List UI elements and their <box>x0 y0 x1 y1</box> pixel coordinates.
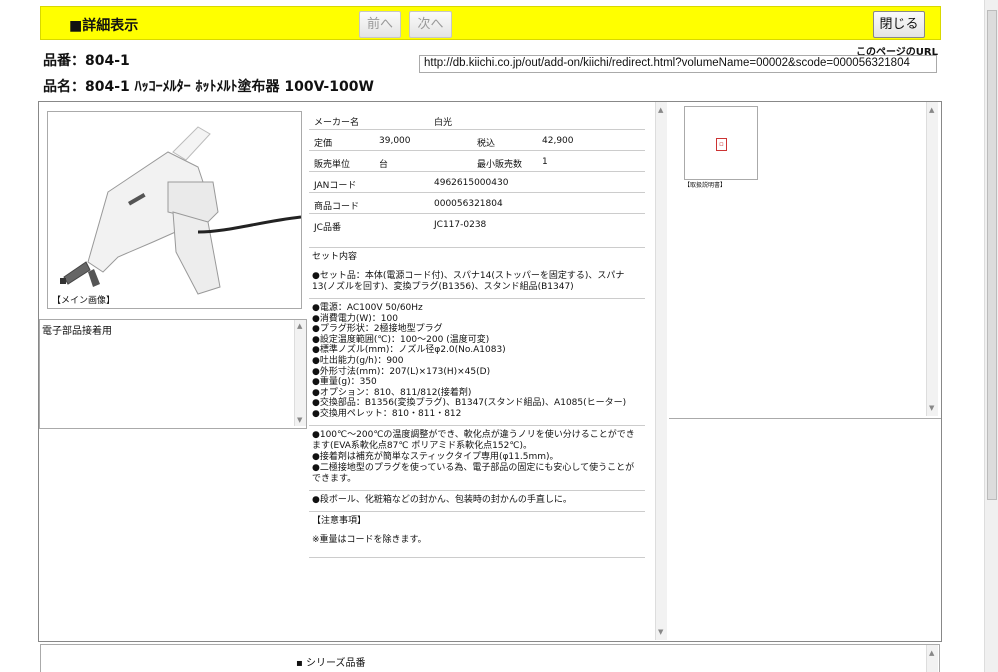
jan-row: JANコード 4962615000430 <box>309 172 645 193</box>
product-name: 品名：804-1 ﾊｯｺｰﾒﾙﾀｰ ﾎｯﾄﾒﾙﾄ塗布器 100V-100W <box>43 79 374 95</box>
next-button[interactable]: 次へ <box>409 11 452 38</box>
tax-value: 42,900 <box>542 136 574 146</box>
spec-item: ●オプション：810、811/812(接着剤) <box>312 387 472 398</box>
spec-item: ●外形寸法(mm)：207(L)×173(H)×45(D) <box>312 366 491 377</box>
caution-title: 【注意事項】 <box>312 515 367 526</box>
page-url-field[interactable]: http://db.kiichi.co.jp/out/add-on/kiichi… <box>419 55 937 73</box>
caution-body: ※重量はコードを除きます。 <box>312 534 427 545</box>
note-textarea[interactable]: 電子部品接着用 ▲ ▼ <box>39 319 307 429</box>
price-row: 定価 39,000 税込 42,900 <box>309 130 645 151</box>
prev-button[interactable]: 前へ <box>359 11 401 38</box>
note-scrollbar[interactable]: ▲ ▼ <box>294 320 306 426</box>
caution-section: 【注意事項】 ※重量はコードを除きます。 <box>309 512 645 558</box>
page-scroll-thumb[interactable] <box>987 10 997 500</box>
header-bar: ■詳細表示 前へ 次へ 閉じる <box>40 6 941 40</box>
scroll-down-icon[interactable]: ▼ <box>658 628 663 636</box>
series-label-text: シリーズ品番 <box>305 658 366 669</box>
jc-row: JC品番 JC117-0238 <box>309 214 645 248</box>
spec-item: ●交換部品：B1356(変換プラグ)、B1347(スタンド組品)、A1085(ヒ… <box>312 398 627 409</box>
spec-scrollbar[interactable]: ▲ ▼ <box>655 102 667 640</box>
unit-row: 販売単位 台 最小販売数 1 <box>309 151 645 172</box>
manual-thumbnail[interactable]: ▫ <box>684 106 758 180</box>
scroll-up-icon[interactable]: ▲ <box>929 649 934 657</box>
jc-label: JC品番 <box>314 223 341 233</box>
product-number: 品番：804-1 <box>43 53 130 69</box>
spec-item: ●重量(g)：350 <box>312 377 377 388</box>
feature-item: ●接着剤は補充が簡単なスティックタイプ専用(φ11.5mm)。 <box>312 451 559 462</box>
bottom-scrollbar[interactable]: ▲ <box>926 645 938 672</box>
unit-label: 販売単位 <box>314 160 351 170</box>
jan-label: JANコード <box>314 181 357 191</box>
maker-value: 白光 <box>434 118 453 128</box>
feature-item: ●二極接地型のプラグを使っている為、電子部品の固定にも安心して使うことができます… <box>312 462 635 484</box>
maker-label: メーカー名 <box>314 118 360 128</box>
spec-item: ●吐出能力(g/h)：900 <box>312 355 404 366</box>
image-caption: 【メイン画像】 <box>52 296 116 306</box>
price-value: 39,000 <box>379 136 411 146</box>
jan-value: 4962615000430 <box>434 178 509 188</box>
spec-table: メーカー名 白光 定価 39,000 税込 42,900 販売単位 台 最小販売… <box>309 109 645 558</box>
right-scrollbar[interactable]: ▲ ▼ <box>926 102 938 416</box>
spec-item: ●設定温度範囲(℃)：100～200 (温度可変) <box>312 334 490 345</box>
spec-item: ●プラグ形状：2極接地型プラグ <box>312 324 443 335</box>
scroll-down-icon[interactable]: ▼ <box>929 404 934 412</box>
scroll-up-icon[interactable]: ▲ <box>929 106 934 114</box>
set-section: セット内容 ●セット品：本体(電源コード付)、スパナ14(ストッパーを固定する)… <box>309 248 645 299</box>
series-frame <box>40 644 940 672</box>
code-value: 000056321804 <box>434 199 503 209</box>
set-title: セット内容 <box>312 252 358 262</box>
scroll-up-icon[interactable]: ▲ <box>297 322 302 330</box>
pdf-file-icon: ▫ <box>716 138 727 151</box>
usage-section: ●段ボール、化粧箱などの封かん、包装時の封かんの手直しに。 <box>309 491 645 512</box>
spec-item: ●標準ノズル(mm)：ノズル径φ2.0(No.A1083) <box>312 345 506 356</box>
close-button[interactable]: 閉じる <box>873 11 925 38</box>
min-label: 最小販売数 <box>477 160 523 170</box>
spec-list: ●電源：AC100V 50/60Hz ●消費電力(W)：100 ●プラグ形状：2… <box>309 299 645 426</box>
spec-item: ●交換用ペレット：810・811・812 <box>312 408 462 419</box>
usage-text: ●段ボール、化粧箱などの封かん、包装時の封かんの手直しに。 <box>312 494 572 505</box>
tax-label: 税込 <box>477 139 496 149</box>
note-text: 電子部品接着用 <box>42 326 112 337</box>
scroll-down-icon[interactable]: ▼ <box>297 416 302 424</box>
unit-value: 台 <box>379 160 389 170</box>
page-scrollbar[interactable] <box>984 0 998 672</box>
price-label: 定価 <box>314 139 333 149</box>
scroll-up-icon[interactable]: ▲ <box>658 106 663 114</box>
feature-list: ●100℃～200℃の温度調整ができ、軟化点が違うノリを使い分けることができます… <box>309 426 645 491</box>
glue-gun-icon <box>60 126 301 295</box>
series-label: ▪ シリーズ品番 <box>296 658 366 669</box>
set-body: ●セット品：本体(電源コード付)、スパナ14(ストッパーを固定する)、スパナ13… <box>312 271 625 292</box>
page-title: ■詳細表示 <box>69 18 139 34</box>
code-label: 商品コード <box>314 202 360 212</box>
spec-item: ●電源：AC100V 50/60Hz <box>312 303 423 313</box>
min-value: 1 <box>542 157 548 167</box>
code-row: 商品コード 000056321804 <box>309 193 645 214</box>
manual-caption: 【取扱説明書】 <box>684 182 727 189</box>
right-divider <box>669 418 941 419</box>
main-image: 【メイン画像】 <box>47 111 302 309</box>
spec-item: ●消費電力(W)：100 <box>312 313 398 324</box>
jc-value: JC117-0238 <box>434 220 487 230</box>
feature-item: ●100℃～200℃の温度調整ができ、軟化点が違うノリを使い分けることができます… <box>312 429 635 451</box>
maker-row: メーカー名 白光 <box>309 109 645 130</box>
